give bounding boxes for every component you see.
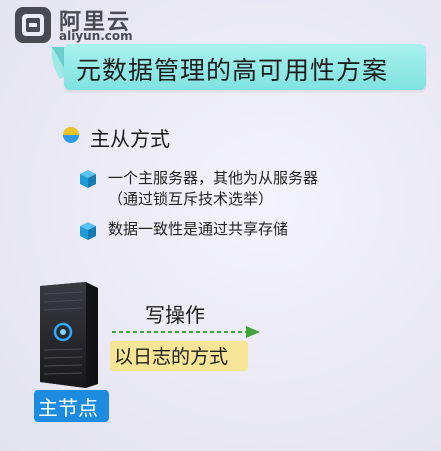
aliyun-logo-icon — [15, 7, 51, 43]
server-rack-icon — [40, 282, 98, 388]
pie-chart-icon — [63, 127, 79, 143]
dashed-arrow-right-icon — [112, 326, 260, 338]
section-heading: 主从方式 — [90, 127, 170, 151]
page-title: 元数据管理的高可用性方案 — [76, 56, 389, 85]
logo-text-en: aliyun.com — [59, 29, 133, 43]
bullet-1-line-1: 一个主服务器，其他为从服务器 — [108, 169, 319, 187]
cube-icon — [80, 222, 96, 240]
write-operation-label: 写操作 — [145, 303, 205, 327]
bullet-1-line-2: （通过锁互斥技术选举） — [108, 190, 274, 208]
log-method-label: 以日志的方式 — [114, 346, 229, 368]
aliyun-logo: 阿里云 aliyun.com — [14, 6, 164, 48]
bullet-2-line-1: 数据一致性是通过共享存储 — [108, 220, 289, 238]
master-node-label: 主节点 — [38, 396, 98, 420]
cube-icon — [80, 170, 96, 188]
